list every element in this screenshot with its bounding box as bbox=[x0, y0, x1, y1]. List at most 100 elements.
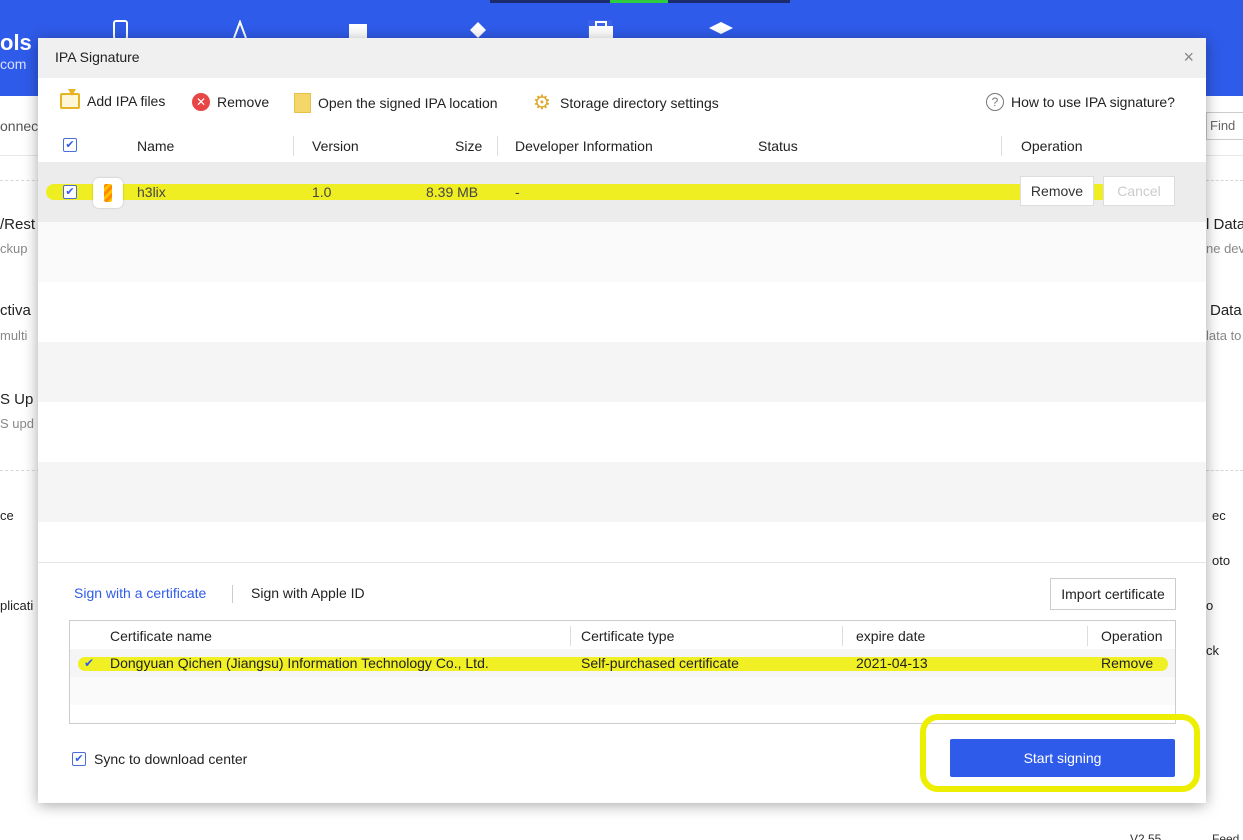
select-all-checkbox[interactable]: ✔ bbox=[63, 138, 77, 152]
row-developer: - bbox=[515, 184, 520, 200]
row-cancel-button[interactable]: Cancel bbox=[1103, 176, 1175, 206]
connect-status-text: onnect bbox=[0, 118, 43, 134]
section-divider bbox=[38, 562, 1206, 563]
feedback-link[interactable]: Feed bbox=[1212, 832, 1239, 840]
tutorial-icon[interactable] bbox=[708, 20, 733, 38]
row-version: 1.0 bbox=[312, 184, 332, 200]
table-row-empty bbox=[38, 522, 1206, 562]
ipa-file-icon bbox=[93, 178, 123, 208]
add-ipa-label: Add IPA files bbox=[87, 93, 166, 109]
sync-label[interactable]: Sync to download center bbox=[94, 751, 247, 767]
remove-button[interactable]: ✕ Remove bbox=[192, 93, 269, 111]
window-tab-active bbox=[610, 0, 668, 3]
table-row-empty bbox=[38, 462, 1206, 522]
tool-subtitle: lata to bbox=[1206, 328, 1242, 343]
selected-check-icon: ✔ bbox=[84, 656, 95, 670]
ipa-table-body: ✔ h3lix 1.0 8.39 MB - Remove Cancel bbox=[38, 162, 1206, 562]
gear-icon: ⚙ bbox=[533, 92, 551, 114]
flash-icon[interactable] bbox=[468, 20, 492, 38]
tool-title[interactable]: ck bbox=[1206, 643, 1219, 658]
col-size: Size bbox=[455, 138, 483, 154]
cert-expire: 2021-04-13 bbox=[856, 655, 928, 671]
storage-settings-button[interactable]: ⚙ Storage directory settings bbox=[533, 93, 719, 113]
cert-col-operation: Operation bbox=[1101, 628, 1163, 644]
brand-title: ols bbox=[0, 30, 32, 55]
col-divider bbox=[1001, 136, 1002, 156]
row-name: h3lix bbox=[137, 184, 166, 200]
open-location-label: Open the signed IPA location bbox=[318, 95, 498, 111]
tool-title[interactable]: ce bbox=[0, 508, 14, 523]
tool-title[interactable]: Data bbox=[1210, 302, 1242, 319]
row-size: 8.39 MB bbox=[426, 184, 479, 200]
table-row-empty bbox=[38, 282, 1206, 342]
tab-divider bbox=[232, 585, 233, 603]
tool-title[interactable]: o bbox=[1206, 598, 1213, 613]
ipa-signature-dialog: IPA Signature × Add IPA files ✕ Remove O… bbox=[38, 38, 1206, 803]
phone-icon[interactable] bbox=[112, 20, 136, 40]
cert-col-name: Certificate name bbox=[110, 628, 212, 644]
table-row-empty bbox=[38, 402, 1206, 462]
tool-title[interactable]: plicati bbox=[0, 598, 33, 613]
col-divider bbox=[293, 136, 294, 156]
table-row-empty bbox=[38, 222, 1206, 282]
tool-title[interactable]: S Up bbox=[0, 391, 33, 408]
dialog-toolbar: Add IPA files ✕ Remove Open the signed I… bbox=[38, 78, 1206, 128]
tool-subtitle: multi bbox=[0, 328, 28, 343]
tab-sign-with-apple-id[interactable]: Sign with Apple ID bbox=[251, 585, 365, 601]
col-divider bbox=[842, 626, 843, 646]
import-certificate-button[interactable]: Import certificate bbox=[1050, 578, 1176, 610]
brand-subtitle: com bbox=[0, 56, 27, 72]
annotation-highlight bbox=[46, 184, 1174, 200]
col-status: Status bbox=[758, 138, 798, 154]
version-label: V2.55 bbox=[1130, 832, 1162, 840]
cert-remove-link[interactable]: Remove bbox=[1101, 655, 1153, 671]
certificate-table: Certificate name Certificate type expire… bbox=[69, 620, 1176, 724]
remove-label: Remove bbox=[217, 94, 270, 110]
tool-subtitle: ckup bbox=[0, 241, 28, 256]
cert-row-empty bbox=[70, 677, 1175, 705]
col-developer: Developer Information bbox=[515, 138, 653, 154]
cert-row[interactable]: ✔ Dongyuan Qichen (Jiangsu) Information … bbox=[70, 649, 1175, 677]
col-version: Version bbox=[312, 138, 359, 154]
media-icon[interactable] bbox=[348, 20, 372, 38]
row-checkbox[interactable]: ✔ bbox=[63, 185, 77, 199]
dialog-title: IPA Signature bbox=[55, 49, 140, 65]
storage-settings-label: Storage directory settings bbox=[560, 95, 719, 111]
table-row-empty bbox=[38, 342, 1206, 402]
find-input[interactable]: Find bbox=[1206, 112, 1243, 140]
divider bbox=[0, 470, 40, 471]
cert-type: Self-purchased certificate bbox=[581, 655, 739, 671]
help-label: How to use IPA signature? bbox=[1011, 94, 1175, 110]
col-divider bbox=[570, 626, 571, 646]
tool-title[interactable]: /Rest bbox=[0, 216, 35, 233]
tab-sign-with-certificate[interactable]: Sign with a certificate bbox=[74, 585, 206, 601]
dialog-titlebar: IPA Signature × bbox=[38, 38, 1206, 78]
tool-title[interactable]: ec bbox=[1212, 508, 1226, 523]
divider bbox=[1206, 470, 1243, 471]
tool-title[interactable]: l Data bbox=[1206, 216, 1243, 233]
tool-title[interactable]: oto bbox=[1212, 553, 1230, 568]
start-signing-button[interactable]: Start signing bbox=[950, 739, 1175, 777]
sync-checkbox[interactable]: ✔ bbox=[72, 752, 86, 766]
file-icon bbox=[294, 93, 311, 113]
divider bbox=[1206, 180, 1243, 181]
remove-icon: ✕ bbox=[192, 93, 210, 111]
open-signed-location-button[interactable]: Open the signed IPA location bbox=[294, 93, 498, 113]
folder-add-icon bbox=[60, 89, 80, 109]
app-store-icon[interactable] bbox=[230, 19, 254, 39]
tool-subtitle: S upd bbox=[0, 416, 34, 431]
row-remove-button[interactable]: Remove bbox=[1020, 176, 1094, 206]
divider bbox=[0, 180, 40, 181]
toolbox-icon[interactable] bbox=[588, 20, 613, 39]
col-divider bbox=[497, 136, 498, 156]
tool-subtitle: ne dev bbox=[1206, 241, 1243, 256]
ipa-table-header: ✔ Name Version Size Developer Informatio… bbox=[38, 130, 1206, 162]
close-icon[interactable]: × bbox=[1183, 47, 1194, 68]
tool-title[interactable]: ctiva bbox=[0, 302, 31, 319]
col-name: Name bbox=[137, 138, 175, 154]
col-operation: Operation bbox=[1021, 138, 1083, 154]
add-ipa-button[interactable]: Add IPA files bbox=[60, 89, 166, 109]
cert-col-expire: expire date bbox=[856, 628, 926, 644]
col-divider bbox=[1087, 626, 1088, 646]
help-link[interactable]: ? How to use IPA signature? bbox=[986, 93, 1175, 111]
